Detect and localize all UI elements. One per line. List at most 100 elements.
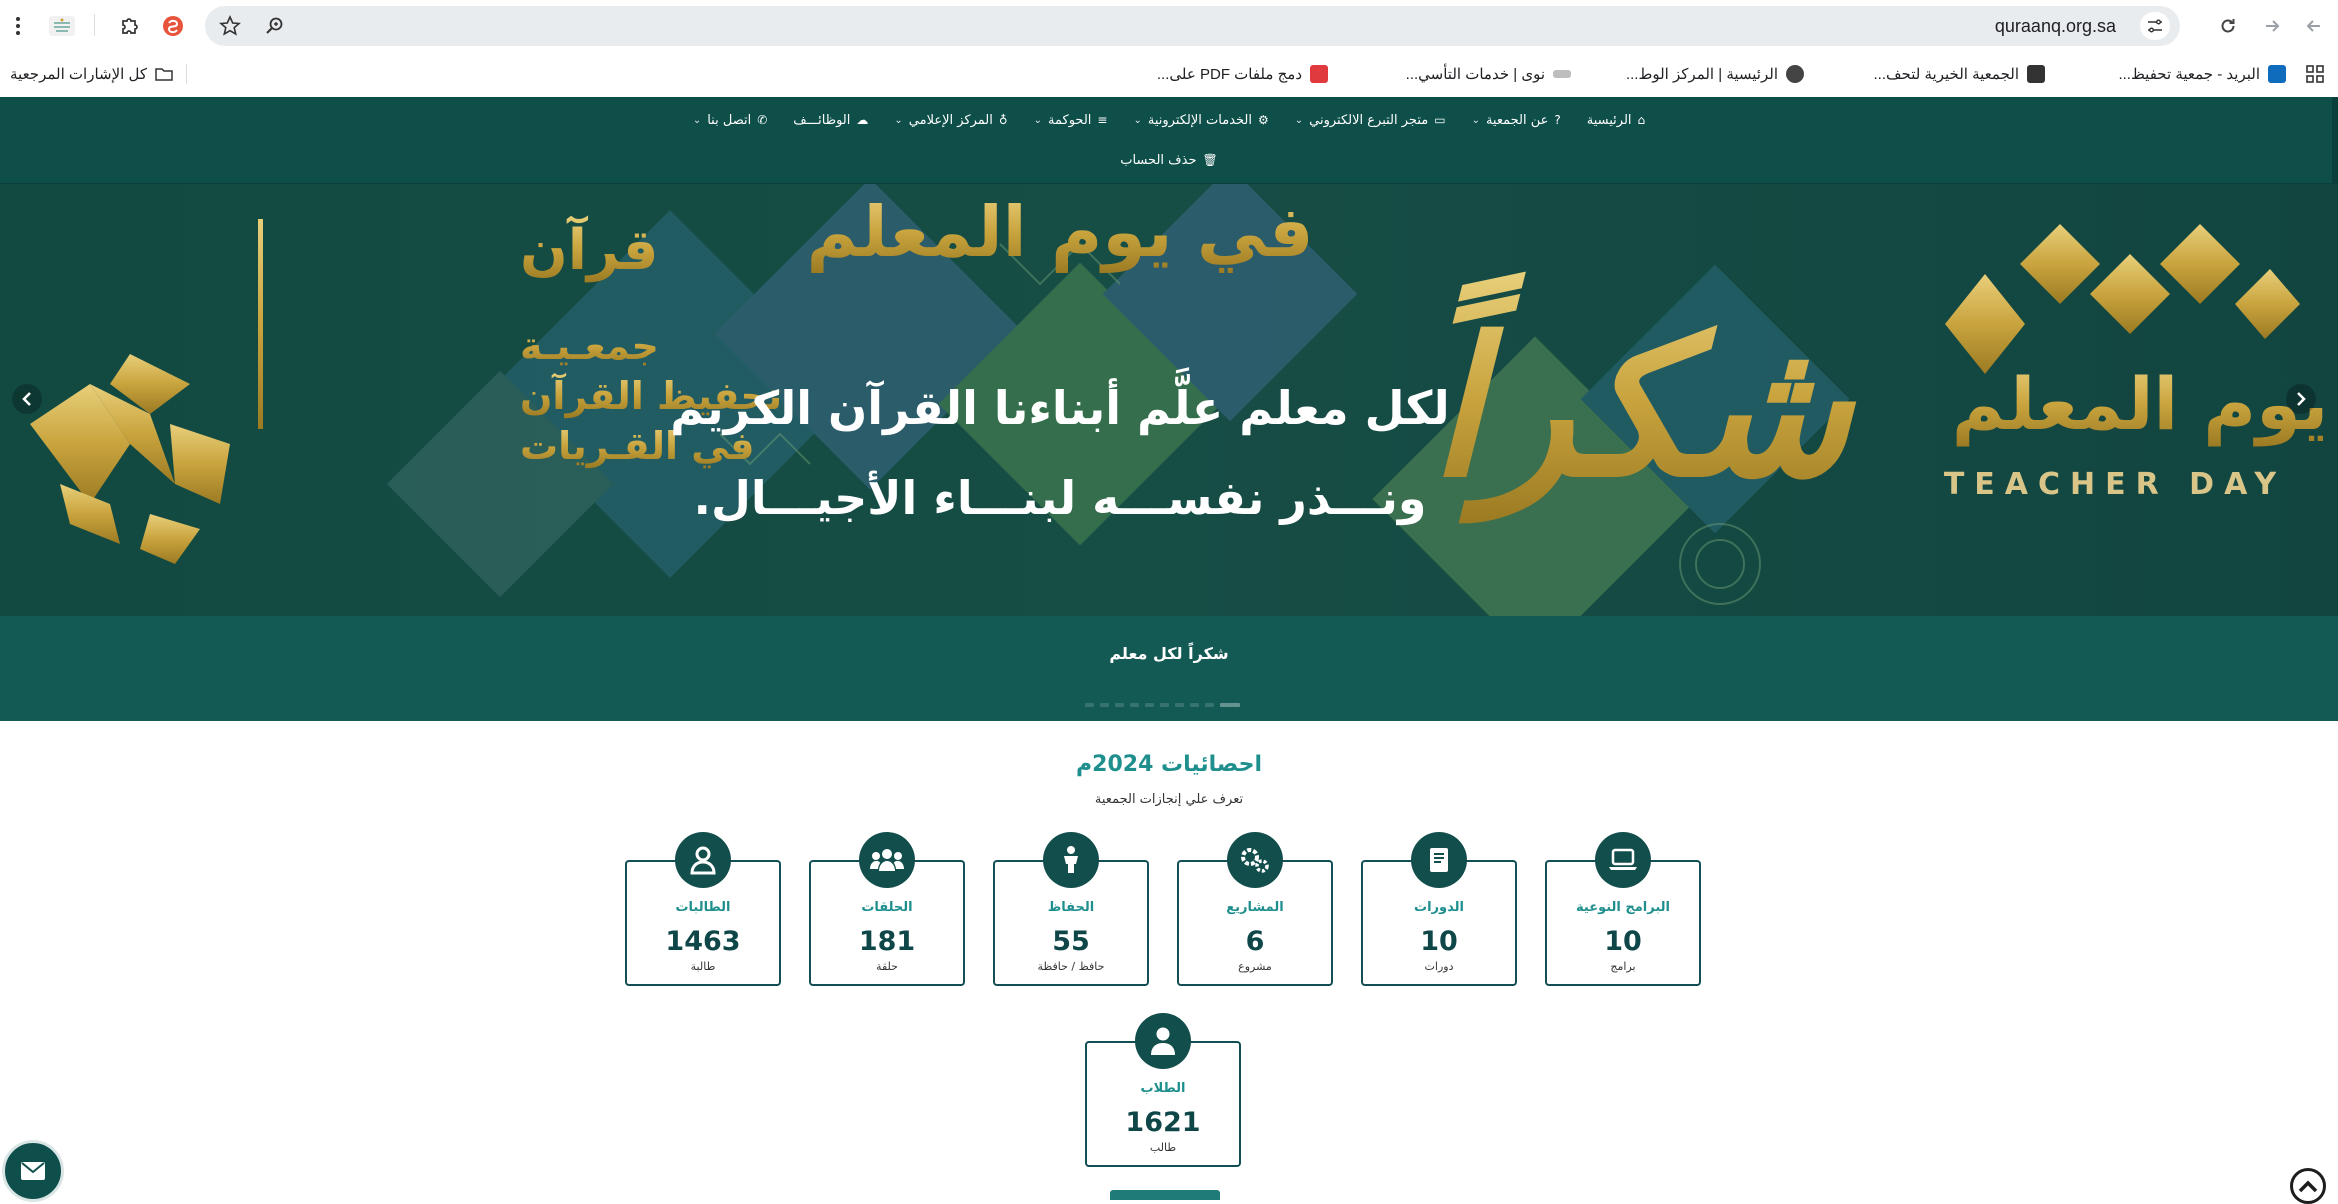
stats-subtitle: تعرف علي إنجازات الجمعية bbox=[1094, 792, 1244, 807]
chevron-down-icon: ⌄ bbox=[894, 114, 903, 126]
nav-label: حذف الحساب bbox=[1120, 152, 1197, 168]
nav-label: الخدمات الإلكترونية bbox=[1147, 112, 1252, 128]
user-icon bbox=[675, 832, 731, 888]
chevron-right-icon bbox=[2297, 392, 2306, 406]
bookmarks-divider bbox=[186, 64, 187, 84]
chevron-left-icon bbox=[22, 392, 31, 406]
hero-line-2: ونـــذر نفســـه لبنـــاء الأجيـــال. bbox=[694, 470, 1427, 525]
stat-value: 6 bbox=[1245, 926, 1265, 957]
cogs-icon: ⚙ bbox=[1258, 113, 1269, 127]
slider-next-arrow[interactable] bbox=[2286, 384, 2316, 414]
list-icon: ≡ bbox=[1097, 113, 1108, 127]
stat-unit: حلقة bbox=[876, 960, 898, 973]
stat-unit: مشروع bbox=[1238, 960, 1272, 973]
stat-card-programs: البرامج النوعية 10 برامج bbox=[1545, 832, 1701, 986]
svg-text:جمعـيـة: جمعـيـة bbox=[520, 324, 659, 368]
nav-item-about[interactable]: ? عن الجمعية ⌄ bbox=[1472, 109, 1561, 131]
slider-dot[interactable] bbox=[1220, 703, 1240, 707]
address-bar[interactable]: quraanq.org.sa bbox=[205, 6, 2180, 46]
stat-card-circles: الحلقات 181 حلقة bbox=[809, 832, 965, 986]
nav-item-jobs[interactable]: ☁ الوظائـــف bbox=[793, 109, 868, 131]
hero-calligraphy: شكراً bbox=[1429, 271, 1857, 524]
group-icon bbox=[859, 832, 915, 888]
nav-item-media-center[interactable]: ♁ المركز الإعلامي ⌄ bbox=[894, 109, 1007, 131]
book-icon bbox=[1411, 832, 1467, 888]
bookmarks-bar: البريد - جمعية تحفيظ... الجمعية الخيرية … bbox=[0, 52, 2338, 96]
tune-icon[interactable] bbox=[2140, 12, 2170, 40]
stat-unit: طالب bbox=[1149, 1141, 1177, 1154]
nav-label: الحوكمة bbox=[1048, 112, 1092, 128]
slider-dot[interactable] bbox=[1085, 703, 1094, 707]
hero-slider: قرآن جمعـيـة تحفيظ القرآن في القـريات في… bbox=[0, 184, 2338, 616]
stat-value: 10 bbox=[1604, 926, 1642, 957]
apps-grid-icon[interactable] bbox=[2306, 62, 2324, 86]
bookmark-item-4[interactable]: نوى | خدمات التأسي... bbox=[1406, 62, 1571, 86]
all-bookmarks[interactable]: كل الإشارات المرجعية bbox=[10, 62, 173, 86]
stat-card-male-students: الطلاب 1621 طالب bbox=[1085, 1013, 1241, 1167]
nav-label: اتصل بنا bbox=[707, 112, 752, 128]
back-arrow-icon[interactable] bbox=[2300, 12, 2328, 40]
bookmark-label: دمج ملفات PDF على... bbox=[1156, 66, 1302, 83]
bookmark-item-5[interactable]: دمج ملفات PDF على... bbox=[1157, 62, 1328, 86]
zoom-icon[interactable] bbox=[265, 16, 285, 40]
chevron-down-icon: ⌄ bbox=[1033, 114, 1043, 126]
nav-item-home[interactable]: ⌂ الرئيسية bbox=[1587, 109, 1645, 131]
stat-unit: حافظ / حافظة bbox=[1037, 960, 1105, 973]
nav-label: متجر التبرع الالكتروني bbox=[1309, 112, 1429, 128]
stat-value: 181 bbox=[858, 926, 916, 957]
nav-item-e-services[interactable]: ⚙ الخدمات الإلكترونية ⌄ bbox=[1133, 109, 1268, 131]
stat-label: الدورات bbox=[1414, 900, 1464, 915]
globe-icon bbox=[1786, 65, 1804, 83]
hero-headline: في يوم المعلم bbox=[806, 191, 1313, 274]
bookmark-item-2[interactable]: الجمعية الخيرية لتحف... bbox=[1874, 62, 2045, 86]
stat-label: الحفاظ bbox=[1047, 900, 1095, 915]
question-icon: ? bbox=[1554, 113, 1561, 127]
stat-unit: برامج bbox=[1610, 960, 1636, 973]
stat-label: الطالبات bbox=[675, 900, 731, 915]
stat-value: 10 bbox=[1420, 926, 1458, 957]
child-icon bbox=[1043, 832, 1099, 888]
nav-item-contact[interactable]: ✆ اتصل بنا ⌄ bbox=[693, 109, 767, 131]
slider-prev-arrow[interactable] bbox=[12, 384, 42, 414]
nav-item-governance[interactable]: ≡ الحوكمة ⌄ bbox=[1034, 109, 1108, 131]
bookmark-item-3[interactable]: الرئيسية | المركز الوط... bbox=[1626, 62, 1804, 86]
nawa-icon bbox=[1553, 70, 1571, 78]
mic-icon: ♁ bbox=[998, 113, 1008, 127]
url-text[interactable]: quraanq.org.sa bbox=[1995, 6, 2116, 46]
bookmark-item-1[interactable]: البريد - جمعية تحفيظ... bbox=[2118, 62, 2286, 86]
swirl-extension-icon[interactable] bbox=[159, 12, 187, 40]
card-icon: ▭ bbox=[1434, 113, 1446, 127]
mail-widget-button[interactable] bbox=[2, 1140, 64, 1202]
slider-dot[interactable] bbox=[1160, 703, 1169, 707]
chevron-down-icon: ⌄ bbox=[1133, 114, 1142, 126]
site-navigation: ⌂ الرئيسية ? عن الجمعية ⌄ ▭ متجر التبرع … bbox=[0, 97, 2338, 184]
slider-dot[interactable] bbox=[1190, 703, 1199, 707]
user-icon bbox=[1135, 1013, 1191, 1069]
stat-value: 1463 bbox=[665, 926, 741, 957]
stat-label: الطلاب bbox=[1140, 1081, 1186, 1096]
slider-dot[interactable] bbox=[1145, 703, 1154, 707]
bookmark-label: البريد - جمعية تحفيظ... bbox=[2118, 66, 2260, 83]
more-button[interactable] bbox=[1110, 1190, 1220, 1200]
slider-dot[interactable] bbox=[1130, 703, 1139, 707]
star-icon[interactable] bbox=[219, 15, 241, 41]
stat-unit: طالبة bbox=[690, 960, 716, 973]
nav-item-donation-store[interactable]: ▭ متجر التبرع الالكتروني ⌄ bbox=[1295, 109, 1446, 131]
heart-pdf-icon bbox=[1310, 65, 1328, 83]
forward-arrow-icon[interactable] bbox=[2258, 12, 2286, 40]
nav-item-delete-account[interactable]: 🗑 حذف الحساب bbox=[1120, 149, 1217, 171]
puzzle-icon[interactable] bbox=[116, 12, 144, 40]
scroll-to-top-button[interactable] bbox=[2290, 1168, 2326, 1204]
slider-dot[interactable] bbox=[1115, 703, 1124, 707]
slider-caption: شكراً لكل معلم bbox=[1109, 644, 1229, 663]
slider-dot[interactable] bbox=[1175, 703, 1184, 707]
slider-dot[interactable] bbox=[1100, 703, 1109, 707]
hero-banner-image: قرآن جمعـيـة تحفيظ القرآن في القـريات في… bbox=[0, 184, 2338, 616]
reload-icon[interactable] bbox=[2214, 12, 2242, 40]
hero-teacher-day-ar: يوم المعلم bbox=[1952, 362, 2329, 447]
profile-logo-icon[interactable] bbox=[48, 12, 76, 40]
hero-logo-word: قرآن bbox=[520, 215, 659, 283]
nav-row-main: ⌂ الرئيسية ? عن الجمعية ⌄ ▭ متجر التبرع … bbox=[0, 109, 2338, 131]
kebab-menu-icon[interactable] bbox=[4, 12, 32, 40]
slider-dot[interactable] bbox=[1205, 703, 1214, 707]
